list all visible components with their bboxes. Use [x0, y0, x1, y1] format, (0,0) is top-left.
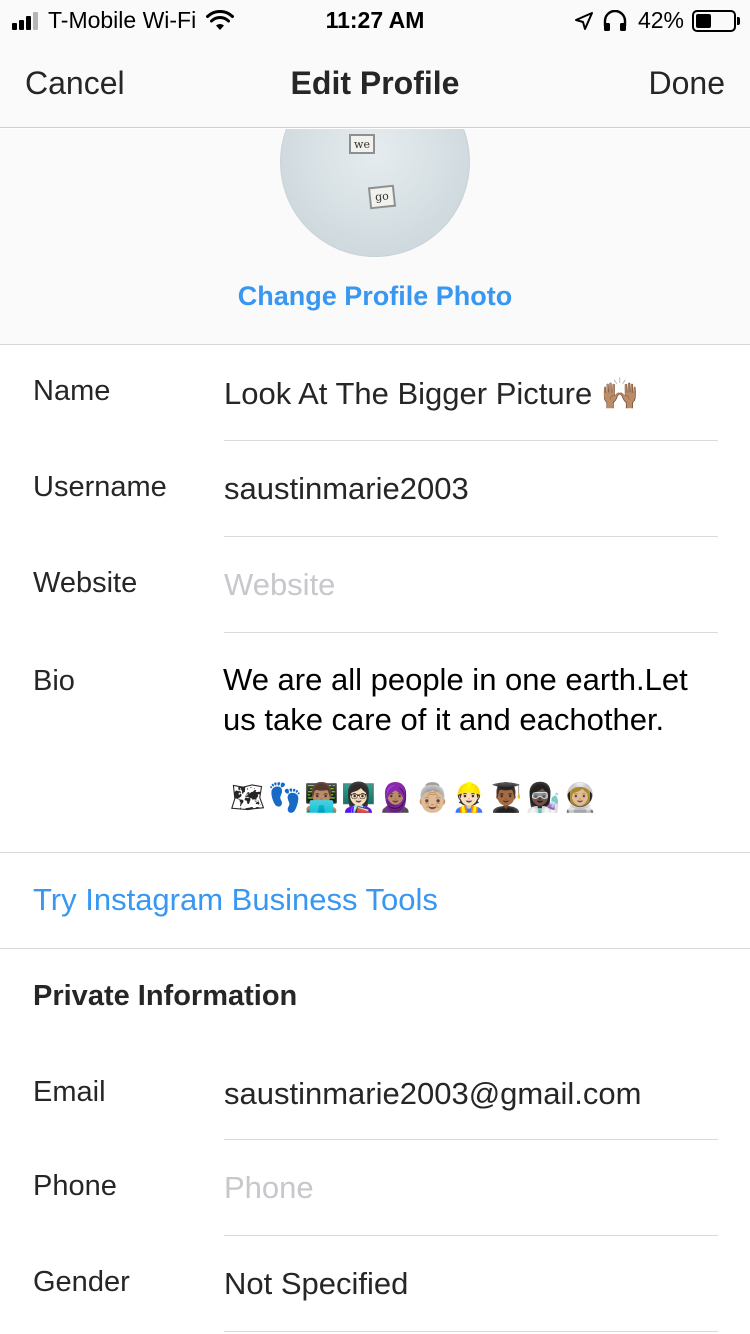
website-field[interactable]: Website: [224, 567, 335, 603]
email-field[interactable]: saustinmarie2003@gmail.com: [224, 1076, 641, 1112]
status-bar: T-Mobile Wi-Fi 11:27 AM 42%: [0, 0, 750, 40]
website-row: Website Website: [0, 537, 750, 633]
change-profile-photo-button[interactable]: Change Profile Photo: [0, 281, 750, 312]
done-button[interactable]: Done: [649, 65, 726, 102]
location-arrow-icon: [574, 11, 593, 30]
avatar-word-tile: we: [349, 134, 375, 154]
battery-percent: 42%: [637, 7, 684, 33]
username-field[interactable]: saustinmarie2003: [224, 471, 469, 507]
status-right: 42%: [574, 7, 740, 34]
bio-label: Bio: [33, 665, 75, 697]
battery-fill: [696, 13, 711, 28]
profile-photo-section: we go Change Profile Photo: [0, 129, 750, 345]
battery-icon: [692, 9, 740, 32]
phone-field[interactable]: Phone: [224, 1170, 314, 1206]
email-row: Email saustinmarie2003@gmail.com: [0, 1044, 750, 1140]
name-field[interactable]: Look At The Bigger Picture 🙌🏽: [224, 375, 639, 412]
profile-avatar[interactable]: we go: [280, 129, 470, 257]
username-row: Username saustinmarie2003: [0, 441, 750, 537]
username-label: Username: [33, 471, 167, 503]
business-tools-row: Try Instagram Business Tools: [0, 852, 750, 948]
phone-row: Phone Phone: [0, 1140, 750, 1236]
section-divider: [0, 948, 750, 949]
gender-label: Gender: [33, 1266, 130, 1298]
bio-row: Bio We are all people in one earth.Let u…: [0, 633, 750, 853]
bio-field[interactable]: We are all people in one earth.Let us ta…: [223, 660, 713, 740]
private-information-heading: Private Information: [33, 980, 298, 1012]
bio-emojis[interactable]: 🗺👣👨🏽‍💻👩🏻‍🏫🧕🏽👵🏼👷🏻👨🏾‍🎓👩🏿‍🔬👩🏼‍🚀: [230, 781, 599, 814]
website-label: Website: [33, 567, 138, 599]
name-label: Name: [33, 375, 111, 407]
cancel-button[interactable]: Cancel: [25, 65, 125, 102]
gender-row: Gender Not Specified: [0, 1236, 750, 1334]
phone-label: Phone: [33, 1170, 117, 1202]
email-label: Email: [33, 1076, 106, 1108]
name-row: Name Look At The Bigger Picture 🙌🏽: [0, 345, 750, 441]
navigation-bar: Cancel Edit Profile Done: [0, 40, 750, 128]
avatar-word-tile: go: [367, 184, 397, 210]
headphones-icon: [603, 9, 627, 31]
divider: [224, 1331, 718, 1332]
try-business-tools-link[interactable]: Try Instagram Business Tools: [33, 882, 438, 918]
edit-profile-screen: T-Mobile Wi-Fi 11:27 AM 42% Cancel Edit …: [0, 0, 750, 1334]
gender-select[interactable]: Not Specified: [224, 1266, 408, 1302]
